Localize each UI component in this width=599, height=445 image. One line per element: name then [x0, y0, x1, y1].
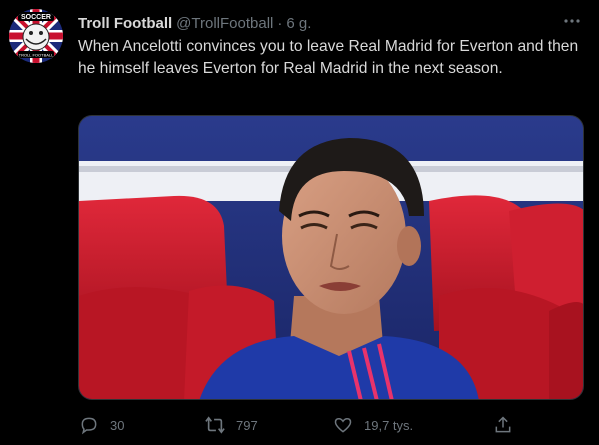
retweet-icon[interactable] — [204, 414, 226, 436]
troll-face-union-jack-avatar-icon: SOCCER TROLL FOOTBALL — [9, 9, 63, 63]
timestamp[interactable]: 6 g. — [286, 15, 311, 32]
share-button[interactable] — [492, 412, 514, 438]
display-name[interactable]: Troll Football — [78, 15, 172, 32]
retweet-count: 797 — [236, 417, 258, 433]
crying-player-photo-icon — [79, 116, 583, 399]
separator-dot: · — [277, 14, 283, 32]
tweet-text: When Ancelotti convinces you to leave Re… — [78, 38, 579, 77]
tweet-actions: 30 797 19,7 tys. — [78, 412, 584, 438]
share-icon[interactable] — [492, 414, 514, 436]
tweet-media[interactable] — [78, 115, 584, 400]
tweet[interactable]: SOCCER TROLL FOOTBALL Troll Football @Tr… — [0, 0, 599, 445]
like-count: 19,7 tys. — [364, 417, 414, 433]
like-icon[interactable] — [332, 414, 354, 436]
like-button[interactable]: 19,7 tys. — [332, 412, 413, 438]
avatar-text-top: SOCCER — [21, 14, 51, 21]
retweet-button[interactable]: 797 — [204, 412, 258, 438]
tweet-header: Troll Football @TrollFootball · 6 g. — [78, 12, 585, 34]
reply-button[interactable]: 30 — [78, 412, 124, 438]
reply-icon[interactable] — [78, 414, 100, 436]
more-icon[interactable] — [559, 10, 585, 32]
handle[interactable]: @TrollFootball — [176, 15, 273, 32]
reply-count: 30 — [110, 417, 125, 433]
avatar[interactable]: SOCCER TROLL FOOTBALL — [9, 9, 63, 63]
avatar-text-bottom: TROLL FOOTBALL — [19, 53, 55, 58]
